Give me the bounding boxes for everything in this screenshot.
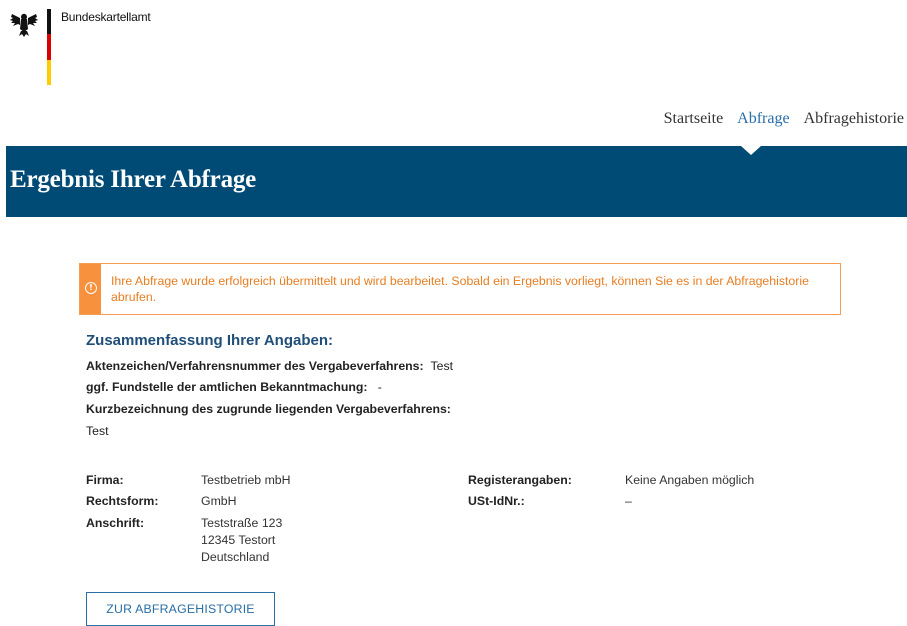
rechtsform-value: GmbH: [201, 494, 237, 508]
flag-stripe: [47, 9, 51, 85]
rechtsform-label: Rechtsform:: [86, 494, 159, 508]
anschrift-label: Anschrift:: [86, 516, 145, 530]
page-banner: Ergebnis Ihrer Abfrage: [6, 146, 907, 217]
fundstelle-value: -: [377, 380, 382, 394]
register-label: Registerangaben:: [468, 473, 572, 487]
aktenzeichen-label: Aktenzeichen/Verfahrensnummer des Vergab…: [86, 359, 424, 373]
anschrift-line-3: Deutschland: [201, 550, 270, 564]
kurzbezeichnung-label: Kurzbezeichnung des zugrunde liegenden V…: [86, 402, 451, 416]
abfragehistorie-button-label: ZUR ABFRAGEHISTORIE: [106, 602, 255, 616]
nav-startseite[interactable]: Startseite: [664, 110, 724, 128]
brand-name[interactable]: Bundeskartellamt: [61, 10, 151, 24]
main-nav: Startseite Abfrage Abfragehistorie: [664, 110, 904, 128]
aktenzeichen-row: Aktenzeichen/Verfahrensnummer des Vergab…: [86, 359, 453, 373]
federal-eagle-icon: [10, 13, 38, 37]
firma-label: Firma:: [86, 473, 124, 487]
fundstelle-label: ggf. Fundstelle der amtlichen Bekanntmac…: [86, 380, 368, 394]
aktenzeichen-value: Test: [430, 359, 454, 373]
ust-label: USt-IdNr.:: [468, 494, 525, 508]
firma-value: Testbetrieb mbH: [201, 473, 291, 487]
active-nav-indicator: [741, 146, 761, 155]
anschrift-line-1: Teststraße 123: [201, 516, 283, 530]
alert-sidebar: !: [80, 264, 101, 314]
summary-title: Zusammenfassung Ihrer Angaben:: [86, 332, 333, 349]
info-icon: !: [85, 282, 97, 294]
page-title: Ergebnis Ihrer Abfrage: [10, 166, 257, 193]
nav-abfragehistorie[interactable]: Abfragehistorie: [804, 110, 904, 128]
fundstelle-row: ggf. Fundstelle der amtlichen Bekanntmac…: [86, 380, 382, 394]
register-value: Keine Angaben möglich: [625, 473, 755, 487]
ust-value: –: [625, 494, 632, 508]
kurzbezeichnung-row: Kurzbezeichnung des zugrunde liegenden V…: [86, 402, 451, 416]
alert-message: Ihre Abfrage wurde erfolgreich übermitte…: [111, 274, 809, 304]
anschrift-line-2: 12345 Testort: [201, 533, 276, 547]
abfragehistorie-button[interactable]: ZUR ABFRAGEHISTORIE: [86, 592, 275, 626]
info-alert: ! Ihre Abfrage wurde erfolgreich übermit…: [79, 263, 841, 315]
kurzbezeichnung-value: Test: [86, 424, 109, 438]
nav-abfrage[interactable]: Abfrage: [737, 110, 789, 128]
